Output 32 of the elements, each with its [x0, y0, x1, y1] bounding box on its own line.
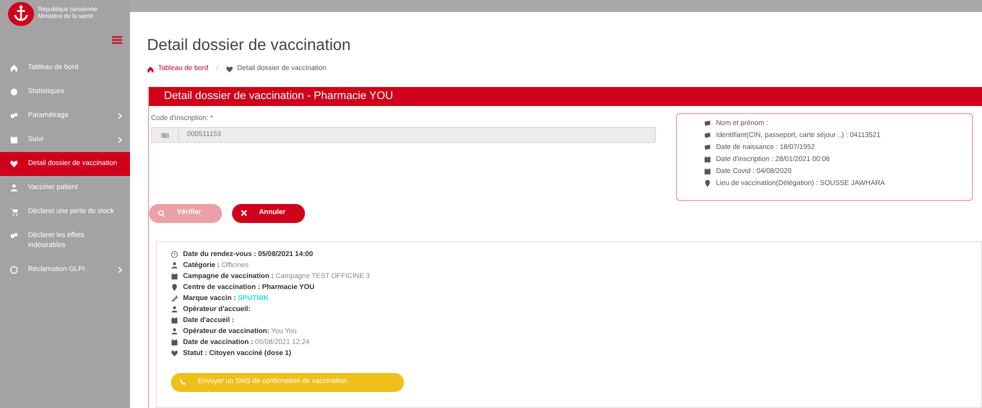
calendar-icon — [10, 136, 18, 144]
location-pin-icon — [704, 180, 711, 187]
search-icon — [158, 210, 165, 216]
panel-header: Detail dossier de vaccination - Pharmacie YOU — [149, 86, 982, 106]
user-icon — [171, 328, 178, 335]
user-icon — [10, 184, 18, 192]
chevron-right-icon — [118, 113, 122, 119]
user-icon — [171, 262, 178, 269]
chevron-right-icon — [118, 267, 122, 273]
user-icon — [171, 306, 178, 313]
circle-icon — [10, 266, 18, 274]
cart-icon — [10, 208, 18, 216]
heart-icon — [10, 160, 18, 168]
location-pin-icon — [171, 284, 178, 291]
calendar-icon — [171, 317, 178, 324]
home-icon — [147, 66, 154, 73]
home-icon — [10, 64, 18, 72]
anchor-logo-icon — [8, 2, 34, 26]
heart-icon — [226, 66, 234, 73]
page-title: Detail dossier de vaccination — [147, 36, 352, 56]
phone-icon — [180, 379, 186, 385]
calendar-icon — [171, 339, 178, 346]
heart-icon — [171, 350, 178, 357]
barcode-icon — [161, 132, 169, 138]
menu-icon[interactable] — [112, 36, 122, 44]
chevron-right-icon — [118, 137, 122, 143]
syringe-icon — [171, 295, 178, 302]
close-icon — [241, 210, 247, 216]
calendar-icon — [171, 273, 178, 280]
calendar-icon — [704, 156, 711, 163]
calendar-icon — [704, 168, 711, 175]
clock-icon — [171, 251, 178, 258]
